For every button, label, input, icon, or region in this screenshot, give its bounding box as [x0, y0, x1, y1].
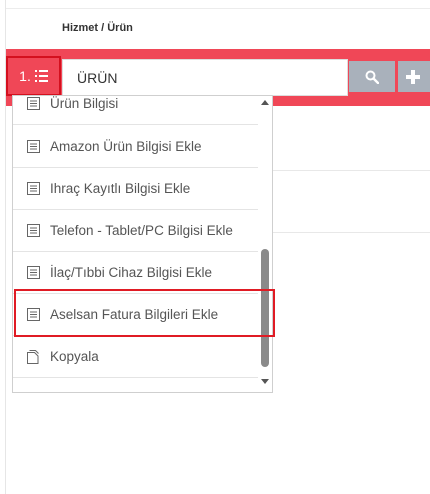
list-numbered-icon [34, 70, 48, 82]
product-dropdown-menu: Ürün Bilgisi Amazon Ürün Bilgisi Ekle Ih… [12, 95, 273, 393]
document-lines-icon [26, 224, 40, 238]
menu-item-ilac[interactable]: İlaç/Tıbbi Cihaz Bilgisi Ekle [13, 252, 258, 294]
menu-item-amazon[interactable]: Amazon Ürün Bilgisi Ekle [13, 126, 258, 168]
menu-item-label: Amazon Ürün Bilgisi Ekle [50, 139, 202, 154]
product-input-value: ÜRÜN [77, 69, 118, 86]
product-input[interactable]: ÜRÜN [62, 59, 348, 96]
row-number-label: 1. [19, 68, 31, 84]
circle-icon [26, 392, 40, 393]
document-lines-icon [26, 308, 40, 322]
menu-item-urun-bilgisi[interactable]: Ürün Bilgisi [13, 96, 258, 125]
row-divider [272, 170, 430, 171]
row-divider [272, 232, 430, 233]
scroll-up-arrow-icon[interactable] [261, 100, 269, 105]
menu-item-label: Telefon - Tablet/PC Bilgisi Ekle [50, 223, 233, 238]
top-divider [6, 8, 430, 9]
menu-item-telefon[interactable]: Telefon - Tablet/PC Bilgisi Ekle [13, 210, 258, 252]
menu-item-label: Ihraç Kayıtlı Bilgisi Ekle [50, 181, 191, 196]
scrollbar-thumb[interactable] [261, 249, 269, 367]
menu-item-label: Ürün Bilgisi [50, 96, 119, 111]
document-lines-icon [26, 266, 40, 280]
menu-item-label: Kopyala [50, 349, 99, 364]
document-lines-icon [26, 182, 40, 196]
copy-icon [26, 349, 40, 364]
search-icon [365, 70, 379, 84]
menu-item-label: İlaç/Tıbbi Cihaz Bilgisi Ekle [50, 265, 213, 280]
document-lines-icon [26, 97, 40, 111]
plus-icon [406, 69, 420, 84]
add-button[interactable] [398, 61, 430, 92]
row-number-button[interactable]: 1. [6, 56, 61, 96]
menu-item-next-partial[interactable] [13, 378, 258, 393]
search-button[interactable] [349, 61, 395, 92]
dropdown-scrollbar[interactable] [258, 96, 272, 392]
menu-item-ihrac[interactable]: Ihraç Kayıtlı Bilgisi Ekle [13, 168, 258, 210]
section-title: Hizmet / Ürün [62, 22, 133, 34]
scroll-down-arrow-icon[interactable] [261, 379, 269, 384]
menu-item-aselsan[interactable]: Aselsan Fatura Bilgileri Ekle [13, 294, 258, 336]
document-lines-icon [26, 140, 40, 154]
menu-item-label: Aselsan Fatura Bilgileri Ekle [50, 307, 219, 322]
menu-item-kopyala[interactable]: Kopyala [13, 336, 258, 378]
